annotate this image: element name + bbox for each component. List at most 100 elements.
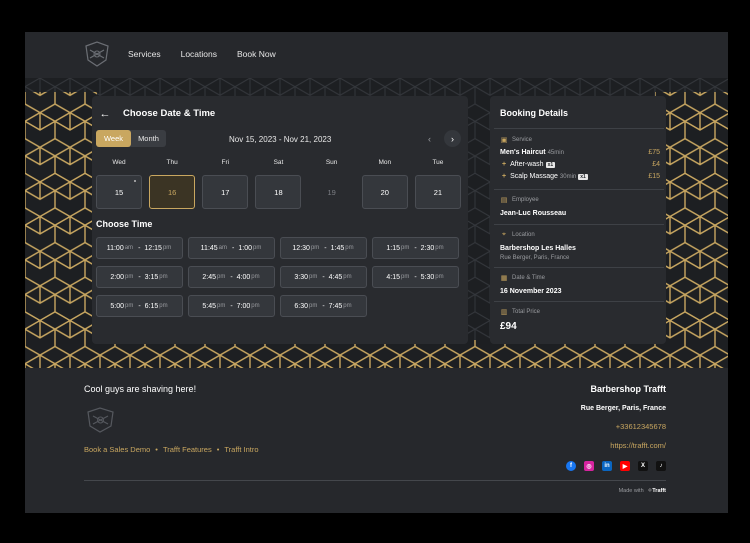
today-dot — [134, 180, 136, 182]
selected-datetime: 16 November 2023 — [500, 288, 562, 295]
trafft-brand[interactable]: ⁘Trafft — [648, 488, 666, 494]
section-label: Total Price — [512, 309, 541, 315]
slot-end-ampm: pm — [252, 245, 262, 251]
slot-end: 7:00 — [236, 302, 251, 310]
addon-qty-badge: x1 — [578, 174, 588, 180]
time-slot[interactable]: 11:00 am -12:15 pm — [96, 237, 183, 259]
slot-start: 11:45 — [200, 244, 218, 252]
date-cell-selected[interactable]: 16 — [149, 175, 196, 209]
x-icon[interactable]: X — [638, 461, 648, 471]
location-name: Barbershop Les Halles — [500, 245, 576, 252]
footer-phone[interactable]: +33612345678 — [616, 422, 666, 431]
linkedin-icon[interactable]: in — [602, 461, 612, 471]
slot-start-ampm: pm — [216, 274, 226, 280]
booking-details-title: Booking Details — [500, 108, 569, 118]
slot-end-ampm: pm — [345, 245, 354, 251]
slot-end: 4:45 — [328, 273, 343, 281]
total-section: ▥ Total Price £94 — [500, 308, 660, 332]
dash: - — [414, 273, 417, 281]
date-number: 21 — [433, 187, 443, 197]
time-slot[interactable]: 2:45 pm -4:00 pm — [188, 266, 275, 288]
link-trafft-features[interactable]: Trafft Features — [163, 445, 212, 454]
time-slot[interactable]: 2:00 pm -3:15 pm — [96, 266, 183, 288]
section-label: Date & Time — [512, 275, 546, 281]
time-slot[interactable]: 12:30 pm -1:45 pm — [280, 237, 367, 259]
time-slot[interactable]: 6:30 pm -7:45 pm — [280, 295, 367, 317]
slot-start-ampm: am — [124, 245, 134, 251]
date-number: 20 — [380, 187, 389, 197]
date-cell[interactable]: 21 — [414, 175, 461, 209]
youtube-icon[interactable]: ▶ — [620, 461, 630, 471]
date-cell[interactable]: 17 — [202, 175, 249, 209]
date-cell-disabled: 19 — [309, 175, 355, 209]
slot-end: 2:30 — [420, 244, 435, 252]
date-number: 17 — [221, 187, 230, 197]
facebook-icon[interactable]: f — [566, 461, 576, 471]
weekday-label: Thu — [166, 159, 178, 166]
divider — [494, 301, 664, 302]
addon-duration: 30min — [559, 174, 577, 180]
date-cell[interactable]: 20 — [361, 175, 408, 209]
time-slot[interactable]: 4:15 pm -5:30 pm — [372, 266, 459, 288]
link-trafft-intro[interactable]: Trafft Intro — [224, 445, 258, 454]
view-toggle: Week Month — [96, 130, 166, 147]
date-cell[interactable]: 18 — [255, 175, 302, 209]
receipt-icon: ▥ — [500, 309, 508, 316]
time-slot[interactable]: 3:30 pm -4:45 pm — [280, 266, 367, 288]
divider — [494, 128, 664, 129]
chevron-left-icon[interactable]: ‹ — [421, 130, 438, 147]
slot-start: 2:00 — [110, 273, 124, 281]
slot-start: 6:30 — [294, 302, 308, 310]
time-slot[interactable]: 5:45 pm -7:00 pm — [188, 295, 275, 317]
link-sales-demo[interactable]: Book a Sales Demo — [84, 445, 150, 454]
tiktok-icon[interactable]: ♪ — [656, 461, 666, 471]
plus-icon: + — [502, 173, 507, 180]
nav-locations[interactable]: Locations — [181, 49, 217, 59]
date-number: 19 — [327, 187, 336, 197]
slot-end-ampm: pm — [251, 274, 260, 280]
slot-end-ampm: pm — [343, 274, 352, 280]
back-arrow-icon[interactable]: ← — [96, 105, 114, 123]
dash: - — [322, 273, 325, 281]
slot-start-ampm: am — [218, 245, 228, 251]
weekday-label: Sat — [273, 159, 284, 166]
toggle-month[interactable]: Month — [131, 130, 166, 147]
employee-name: Jean-Luc Rousseau — [500, 210, 567, 217]
slot-end-ampm: pm — [251, 303, 260, 309]
location-address: Rue Berger, Paris, France — [500, 255, 570, 261]
addon-price: £15 — [648, 173, 660, 180]
slot-start: 4:15 — [386, 273, 400, 281]
service-name: Men's Haircut — [500, 149, 546, 156]
card-title: Choose Date & Time — [123, 108, 216, 119]
footer-url[interactable]: https://trafft.com/ — [610, 441, 666, 450]
weekday-labels: Wed Thu Fri Sat Sun Mon Tue — [96, 159, 461, 166]
slot-start-ampm: pm — [308, 303, 318, 309]
choose-time-heading: Choose Time — [96, 219, 153, 229]
date-picker: 15 16 17 18 19 20 21 — [96, 175, 461, 209]
section-label: Service — [512, 137, 533, 143]
section-label: Employee — [512, 197, 539, 203]
section-label: Location — [512, 232, 535, 238]
slot-end: 7:45 — [328, 302, 343, 310]
nav-book-now[interactable]: Book Now — [237, 49, 276, 59]
date-time-card: ← Choose Date & Time Week Month Nov 15, … — [92, 96, 468, 344]
slot-start: 11:00 — [106, 244, 124, 252]
chevron-right-icon[interactable]: › — [444, 130, 461, 147]
slot-start: 12:30 — [292, 244, 310, 252]
bullet: • — [216, 445, 220, 454]
slot-end-ampm: pm — [343, 303, 352, 309]
main-nav: Services Locations Book Now — [128, 49, 276, 59]
barbershop-logo[interactable] — [82, 40, 112, 68]
dash: - — [230, 273, 233, 281]
instagram-icon[interactable]: ◎ — [584, 461, 594, 471]
weekday-label: Sun — [325, 159, 338, 166]
nav-services[interactable]: Services — [128, 49, 161, 59]
slot-start: 5:45 — [202, 302, 216, 310]
time-slot[interactable]: 5:00 pm -6:15 pm — [96, 295, 183, 317]
time-slot[interactable]: 1:15 pm -2:30 pm — [372, 237, 459, 259]
time-slots: 11:00 am -12:15 pm 11:45 am -1:00 pm 12:30 pm -1:4… — [96, 237, 462, 317]
slot-end-ampm: pm — [159, 303, 168, 309]
time-slot[interactable]: 11:45 am -1:00 pm — [188, 237, 275, 259]
date-cell[interactable]: 15 — [96, 175, 142, 209]
toggle-week[interactable]: Week — [96, 130, 131, 147]
